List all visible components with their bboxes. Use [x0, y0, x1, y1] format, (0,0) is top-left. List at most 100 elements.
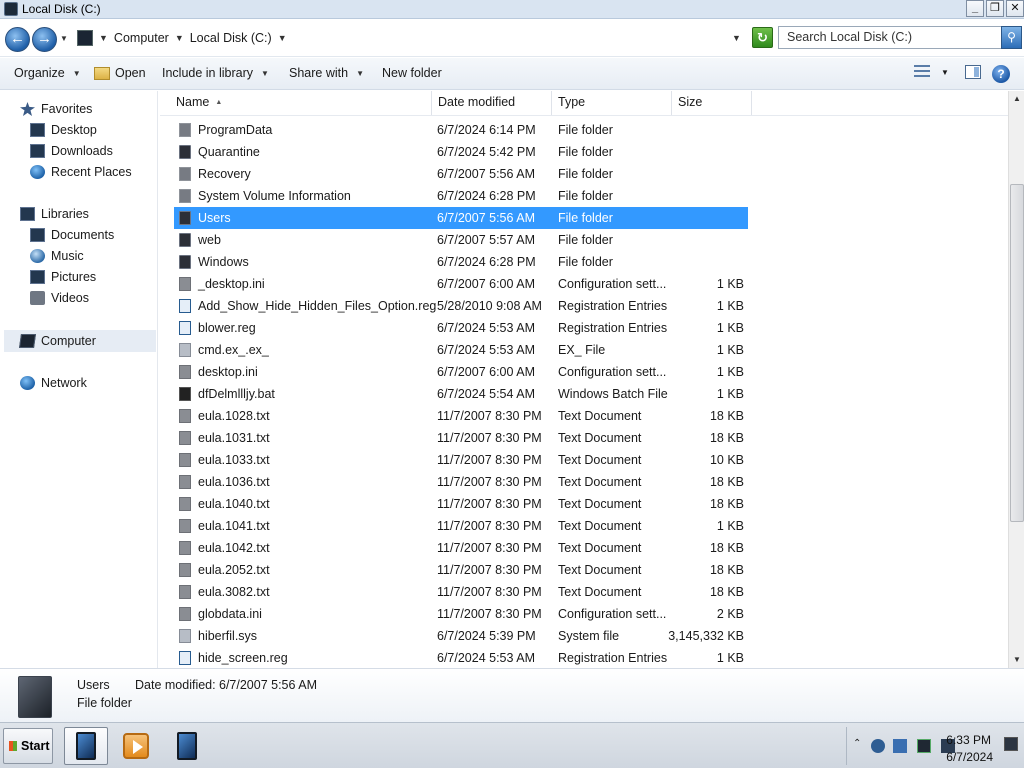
file-row[interactable]: ProgramData 6/7/2024 6:14 PM File folder: [174, 119, 748, 141]
change-view-button[interactable]: [914, 65, 930, 77]
nav-label: Computer: [41, 334, 96, 348]
nav-item-videos[interactable]: Videos: [30, 288, 89, 308]
nav-item-music[interactable]: Music: [30, 246, 84, 266]
nav-item-computer[interactable]: Computer: [19, 331, 96, 351]
file-row[interactable]: eula.1033.txt 11/7/2007 8:30 PM Text Docum…: [174, 449, 748, 471]
recent-pages-dropdown[interactable]: ▼: [60, 34, 68, 43]
search-icon[interactable]: ⚲: [1001, 26, 1022, 49]
media-player-icon: [123, 733, 149, 759]
file-type: Text Document: [558, 541, 642, 555]
file-row[interactable]: _desktop.ini 6/7/2007 6:00 AM Configuratio…: [174, 273, 748, 295]
file-row[interactable]: Recovery 6/7/2007 5:56 AM File folder: [174, 163, 748, 185]
close-button[interactable]: ✕: [1006, 0, 1024, 17]
display-icon[interactable]: [917, 739, 931, 753]
security-icon[interactable]: [893, 739, 907, 753]
forward-button[interactable]: →: [32, 27, 57, 52]
file-row[interactable]: eula.1028.txt 11/7/2007 8:30 PM Text Docum…: [174, 405, 748, 427]
show-hidden-icons-icon[interactable]: ⌃: [853, 738, 861, 749]
help-button[interactable]: ?: [992, 65, 1010, 83]
file-size: 18 KB: [709, 409, 744, 423]
breadcrumb-local-disk[interactable]: Local Disk (C:): [190, 31, 272, 45]
column-header-name[interactable]: Name ▲: [170, 91, 432, 115]
column-header-size[interactable]: Size: [672, 91, 752, 115]
view-options-dropdown[interactable]: ▼: [941, 68, 949, 77]
file-row[interactable]: dfDelmllljy.bat 6/7/2024 5:54 AM Windows B…: [174, 383, 748, 405]
file-size: 1 KB: [716, 365, 744, 379]
scrollbar-thumb[interactable]: [1010, 184, 1024, 522]
file-row[interactable]: Windows 6/7/2024 6:28 PM File folder: [174, 251, 748, 273]
file-row[interactable]: Add_Show_Hide_Hidden_Files_Option.reg 5/2…: [174, 295, 748, 317]
nav-item-recent-places[interactable]: Recent Places: [30, 162, 132, 182]
text-file-icon: [179, 585, 191, 599]
include-in-library-button[interactable]: Include in library ▼: [162, 66, 269, 80]
nav-label: Desktop: [51, 123, 97, 137]
file-row[interactable]: eula.2052.txt 11/7/2007 8:30 PM Text Docum…: [174, 559, 748, 581]
breadcrumb-computer[interactable]: Computer: [114, 31, 169, 45]
file-row[interactable]: hiberfil.sys 6/7/2024 5:39 PM System file 3…: [174, 625, 748, 647]
column-header-type[interactable]: Type: [552, 91, 672, 115]
file-row[interactable]: blower.reg 6/7/2024 5:53 AM Registration E…: [174, 317, 748, 339]
file-row[interactable]: hide_screen.reg 6/7/2024 5:53 AM Registrat…: [174, 647, 748, 668]
file-row[interactable]: globdata.ini 11/7/2007 8:30 PM Configurati…: [174, 603, 748, 625]
scroll-up-arrow-icon[interactable]: ▲: [1009, 91, 1024, 107]
show-desktop-icon[interactable]: [1004, 737, 1018, 751]
nav-item-libraries[interactable]: Libraries: [20, 204, 89, 224]
taskbar-media-player[interactable]: [114, 727, 158, 765]
file-size: 18 KB: [709, 541, 744, 555]
vertical-scrollbar[interactable]: ▲ ▼: [1008, 91, 1024, 668]
address-row: ← → ▼ ▼ Computer ▼ Local Disk (C:) ▼ ▼ ↻…: [0, 19, 1024, 57]
file-row[interactable]: System Volume Information 6/7/2024 6:28 P…: [174, 185, 748, 207]
chevron-right-icon[interactable]: ▼: [99, 33, 108, 43]
file-type: Configuration sett...: [558, 277, 667, 291]
file-row[interactable]: Quarantine 6/7/2024 5:42 PM File folder: [174, 141, 748, 163]
computer-icon: [77, 29, 93, 46]
file-row[interactable]: cmd.ex_.ex_ 6/7/2024 5:53 AM EX_ File 1 KB: [174, 339, 748, 361]
organize-button[interactable]: Organize ▼: [14, 66, 81, 80]
file-row[interactable]: eula.1041.txt 11/7/2007 8:30 PM Text Docum…: [174, 515, 748, 537]
file-row[interactable]: web 6/7/2007 5:57 AM File folder: [174, 229, 748, 251]
nav-item-desktop[interactable]: Desktop: [30, 120, 97, 140]
chevron-right-icon[interactable]: ▼: [175, 33, 184, 43]
back-button[interactable]: ←: [5, 27, 30, 52]
file-row[interactable]: eula.1040.txt 11/7/2007 8:30 PM Text Docum…: [174, 493, 748, 515]
text-file-icon: [179, 409, 191, 423]
file-size: 1 KB: [716, 321, 744, 335]
nav-item-network[interactable]: Network: [20, 373, 87, 393]
clock-time[interactable]: 6:33 PM: [946, 733, 991, 747]
search-input[interactable]: Search Local Disk (C:): [778, 26, 1002, 49]
open-button[interactable]: Open: [94, 66, 146, 80]
chevron-right-icon[interactable]: ▼: [278, 33, 287, 43]
network-status-icon[interactable]: [871, 739, 885, 753]
file-name: eula.1031.txt: [198, 431, 270, 445]
address-bar[interactable]: ▼ Computer ▼ Local Disk (C:) ▼: [72, 26, 775, 49]
file-size: 18 KB: [709, 475, 744, 489]
maximize-button[interactable]: ❐: [986, 0, 1004, 17]
taskbar-explorer[interactable]: [165, 727, 209, 765]
file-row[interactable]: eula.3082.txt 11/7/2007 8:30 PM Text Docum…: [174, 581, 748, 603]
file-row[interactable]: Users 6/7/2007 5:56 AM File folder: [174, 207, 748, 229]
minimize-button[interactable]: _: [966, 0, 984, 17]
new-folder-button[interactable]: New folder: [382, 66, 442, 80]
nav-item-pictures[interactable]: Pictures: [30, 267, 96, 287]
taskbar-explorer-active[interactable]: [64, 727, 108, 765]
share-with-button[interactable]: Share with ▼: [289, 66, 364, 80]
column-header-date-modified[interactable]: Date modified: [432, 91, 552, 115]
file-row[interactable]: desktop.ini 6/7/2007 6:00 AM Configuration…: [174, 361, 748, 383]
preview-pane-icon: [965, 65, 981, 79]
generic-file-icon: [179, 343, 191, 357]
scroll-down-arrow-icon[interactable]: ▼: [1009, 652, 1024, 668]
preview-pane-button[interactable]: [965, 65, 981, 79]
nav-item-documents[interactable]: Documents: [30, 225, 114, 245]
start-button[interactable]: Start: [3, 728, 53, 764]
nav-item-downloads[interactable]: Downloads: [30, 141, 113, 161]
clock-date[interactable]: 6/7/2024: [946, 750, 993, 764]
address-history-dropdown[interactable]: ▼: [732, 33, 741, 43]
file-row[interactable]: eula.1031.txt 11/7/2007 8:30 PM Text Docum…: [174, 427, 748, 449]
file-type: File folder: [558, 255, 613, 269]
file-row[interactable]: eula.1036.txt 11/7/2007 8:30 PM Text Docum…: [174, 471, 748, 493]
organize-label: Organize: [14, 66, 65, 80]
refresh-button[interactable]: ↻: [752, 27, 773, 48]
nav-item-favorites[interactable]: Favorites: [20, 99, 92, 119]
text-file-icon: [179, 563, 191, 577]
file-row[interactable]: eula.1042.txt 11/7/2007 8:30 PM Text Docum…: [174, 537, 748, 559]
